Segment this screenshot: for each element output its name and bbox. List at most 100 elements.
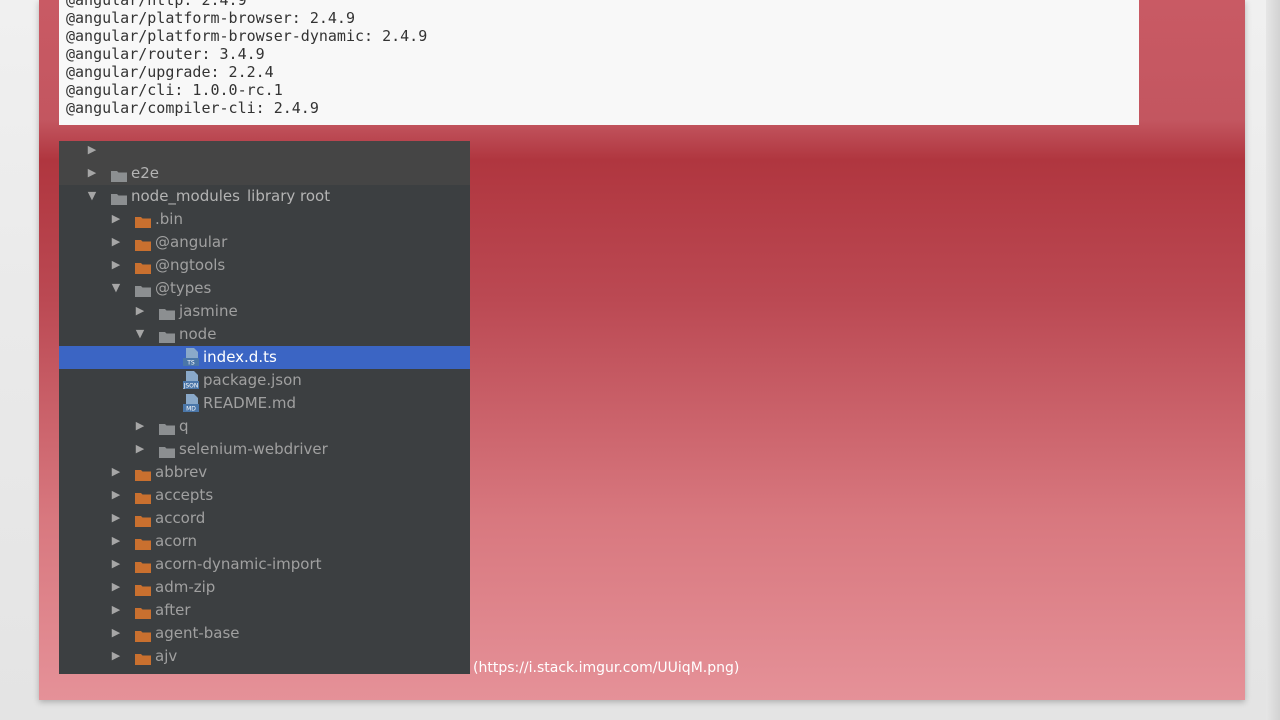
tree-item[interactable]: ▶ accepts [59, 484, 470, 507]
tree-item-label: e2e [131, 164, 160, 182]
folder-icon [135, 490, 151, 504]
collapsed-arrow-icon[interactable]: ▶ [111, 512, 121, 523]
tree-item[interactable]: ▶ after [59, 599, 470, 622]
collapsed-arrow-icon[interactable]: ▶ [111, 489, 121, 500]
collapsed-arrow-icon[interactable]: ▶ [111, 213, 121, 224]
collapsed-arrow-icon[interactable]: ▶ [135, 420, 145, 431]
tree-item-label: jasmine [179, 302, 238, 320]
tree-item[interactable]: ▶ e2e [59, 162, 470, 185]
collapsed-arrow-icon[interactable]: ▶ [111, 650, 121, 661]
tree-item[interactable]: ▶ .bin [59, 208, 470, 231]
tree-item-label: agent-base [155, 624, 240, 642]
folder-icon [111, 191, 127, 205]
tree-item-label: ajv [155, 647, 178, 665]
tree-item-label: adm-zip [155, 578, 216, 596]
svg-text:MD: MD [186, 406, 196, 413]
json-file-icon: JSON [183, 371, 199, 390]
tree-item-label: README.md [203, 394, 297, 412]
tree-item[interactable]: ▶ accord [59, 507, 470, 530]
code-line: @angular/compiler-cli: 2.4.9 [66, 99, 319, 117]
collapsed-arrow-icon[interactable]: ▶ [135, 305, 145, 316]
tree-item-label: .bin [155, 210, 183, 228]
code-line: @angular/cli: 1.0.0-rc.1 [66, 81, 283, 99]
tree-item[interactable]: ▶ abbrev [59, 461, 470, 484]
folder-icon [135, 559, 151, 573]
folder-icon [135, 536, 151, 550]
folder-icon [159, 329, 175, 343]
tree-item-label: acorn [155, 532, 198, 550]
svg-text:TS: TS [186, 360, 195, 367]
expanded-arrow-icon[interactable]: ▼ [135, 328, 145, 339]
expanded-arrow-icon[interactable]: ▼ [87, 190, 97, 201]
collapsed-arrow-icon[interactable]: ▶ [87, 167, 97, 178]
tree-item-label: accord [155, 509, 206, 527]
tree-item[interactable]: ▶ jasmine [59, 300, 470, 323]
tree-item[interactable]: ▶ @angular [59, 231, 470, 254]
collapsed-arrow-icon[interactable]: ▶ [111, 581, 121, 592]
tree-item[interactable]: ▶ selenium-webdriver [59, 438, 470, 461]
tree-item[interactable]: ▶ acorn [59, 530, 470, 553]
collapsed-arrow-icon[interactable]: ▶ [111, 535, 121, 546]
tree-item-label: @types [155, 279, 212, 297]
tree-item-label: node_modules [131, 187, 240, 205]
tree-item[interactable]: ▼ @types [59, 277, 470, 300]
tree-item[interactable]: ▶ acorn-dynamic-import [59, 553, 470, 576]
tree-item[interactable]: JSON package.json [59, 369, 470, 392]
code-line: @angular/router: 3.4.9 [66, 45, 265, 63]
project-tree: ▶ ▶ e2e ▼ node_modules library root ▶ .bin ▶ @ang… [59, 141, 470, 674]
folder-icon [135, 237, 151, 251]
markdown-file-icon: MD [183, 394, 199, 413]
tree-item[interactable]: ▶ adm-zip [59, 576, 470, 599]
tree-item[interactable]: ▶ agent-base [59, 622, 470, 645]
tree-item[interactable]: ▶ @ngtools [59, 254, 470, 277]
folder-icon [135, 605, 151, 619]
tree-item-label: q [179, 417, 189, 435]
folder-icon [135, 628, 151, 642]
tree-item[interactable]: ▼ node [59, 323, 470, 346]
library-root-tag: library root [247, 187, 331, 205]
folder-icon [135, 467, 151, 481]
tree-item-label: node [179, 325, 217, 343]
folder-icon [135, 651, 151, 665]
collapsed-arrow-icon[interactable]: ▶ [111, 259, 121, 270]
tree-item-label: selenium-webdriver [179, 440, 328, 458]
tree-item-label: after [155, 601, 191, 619]
folder-icon [135, 513, 151, 527]
code-line: @angular/upgrade: 2.2.4 [66, 63, 274, 81]
tree-item-label: accepts [155, 486, 214, 504]
collapsed-arrow-icon[interactable]: ▶ [111, 558, 121, 569]
collapsed-arrow-icon[interactable]: ▶ [87, 144, 97, 155]
collapsed-arrow-icon[interactable]: ▶ [111, 236, 121, 247]
folder-icon [159, 421, 175, 435]
folder-icon [135, 283, 151, 297]
tree-item[interactable]: MD README.md [59, 392, 470, 415]
folder-icon [159, 444, 175, 458]
typescript-file-icon: TS [183, 348, 199, 367]
collapsed-arrow-icon[interactable]: ▶ [135, 443, 145, 454]
expanded-arrow-icon[interactable]: ▼ [111, 282, 121, 293]
folder-icon [111, 168, 127, 182]
collapsed-arrow-icon[interactable]: ▶ [111, 466, 121, 477]
collapsed-arrow-icon[interactable]: ▶ [111, 627, 121, 638]
collapsed-arrow-icon[interactable]: ▶ [111, 604, 121, 615]
folder-icon [135, 582, 151, 596]
folder-icon [135, 214, 151, 228]
tree-item[interactable]: ▶ [59, 141, 470, 162]
code-line: @angular/platform-browser: 2.4.9 [66, 9, 355, 27]
tree-item-label: index.d.ts [203, 348, 277, 366]
svg-text:JSON: JSON [183, 383, 198, 390]
right-edge-shadow [1266, 0, 1280, 720]
tree-item-label: acorn-dynamic-import [155, 555, 322, 573]
tree-item-label: abbrev [155, 463, 208, 481]
tree-item[interactable]: ▶ ajv [59, 645, 470, 668]
tree-item[interactable]: ▼ node_modules library root [59, 185, 470, 208]
slide-background: @angular/http: 2.4.9 @angular/platform-br… [39, 0, 1245, 700]
code-line: @angular/http: 2.4.9 [66, 0, 247, 9]
tree-item-label: package.json [203, 371, 302, 389]
tree-item-label: @ngtools [155, 256, 226, 274]
tree-item-selected[interactable]: TS index.d.ts [59, 346, 470, 369]
tree-item-label: @angular [155, 233, 228, 251]
tree-item[interactable]: ▶ q [59, 415, 470, 438]
folder-icon [159, 306, 175, 320]
image-source-caption: (https://i.stack.imgur.com/UUiqM.png) [473, 660, 740, 676]
